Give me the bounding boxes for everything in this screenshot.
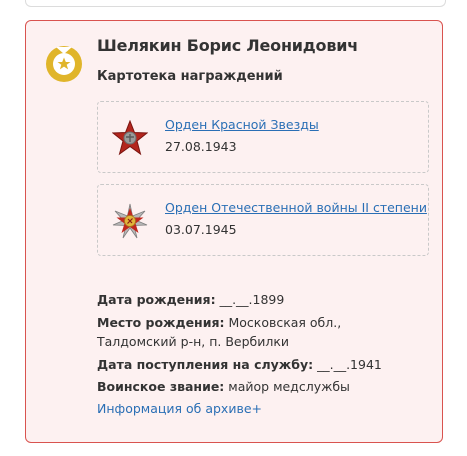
award-item: Орден Красной Звезды 27.08.1943 [97,101,429,173]
person-details: Дата рождения: __.__.1899 Место рождения… [97,289,397,420]
birth-place-row: Место рождения: Московская обл., Талдомс… [97,311,397,354]
award-date: 27.08.1943 [165,139,237,154]
birth-date-value: __.__.1899 [219,292,285,307]
birth-date-row: Дата рождения: __.__.1899 [97,289,397,311]
service-start-row: Дата поступления на службу: __.__.1941 [97,354,397,376]
person-name: Шелякин Борис Леонидович [97,36,359,55]
birth-date-label: Дата рождения: [97,292,216,307]
award-link-red-star[interactable]: Орден Красной Звезды [165,117,319,132]
award-card: Шелякин Борис Леонидович Картотека награ… [25,20,443,443]
medal-icon [46,46,82,82]
award-item: Орден Отечественной войны II степени 03.… [97,184,429,256]
rank-row: Воинское звание: майор медслужбы [97,376,397,398]
red-star-order-icon [112,120,148,156]
service-start-value: __.__.1941 [317,357,382,372]
archive-row: Информация об архиве+ [97,398,397,420]
rank-label: Воинское звание: [97,379,225,394]
archive-info-link[interactable]: Информация об архиве+ [97,401,262,416]
award-date: 03.07.1945 [165,222,237,237]
service-start-label: Дата поступления на службу: [97,357,314,372]
birth-place-label: Место рождения: [97,315,225,330]
patriotic-war-order-icon [112,203,148,239]
previous-card-edge [25,0,446,7]
rank-value: майор медслужбы [228,379,350,394]
section-title: Картотека награждений [97,69,283,84]
award-link-patriotic-war[interactable]: Орден Отечественной войны II степени [165,200,427,215]
